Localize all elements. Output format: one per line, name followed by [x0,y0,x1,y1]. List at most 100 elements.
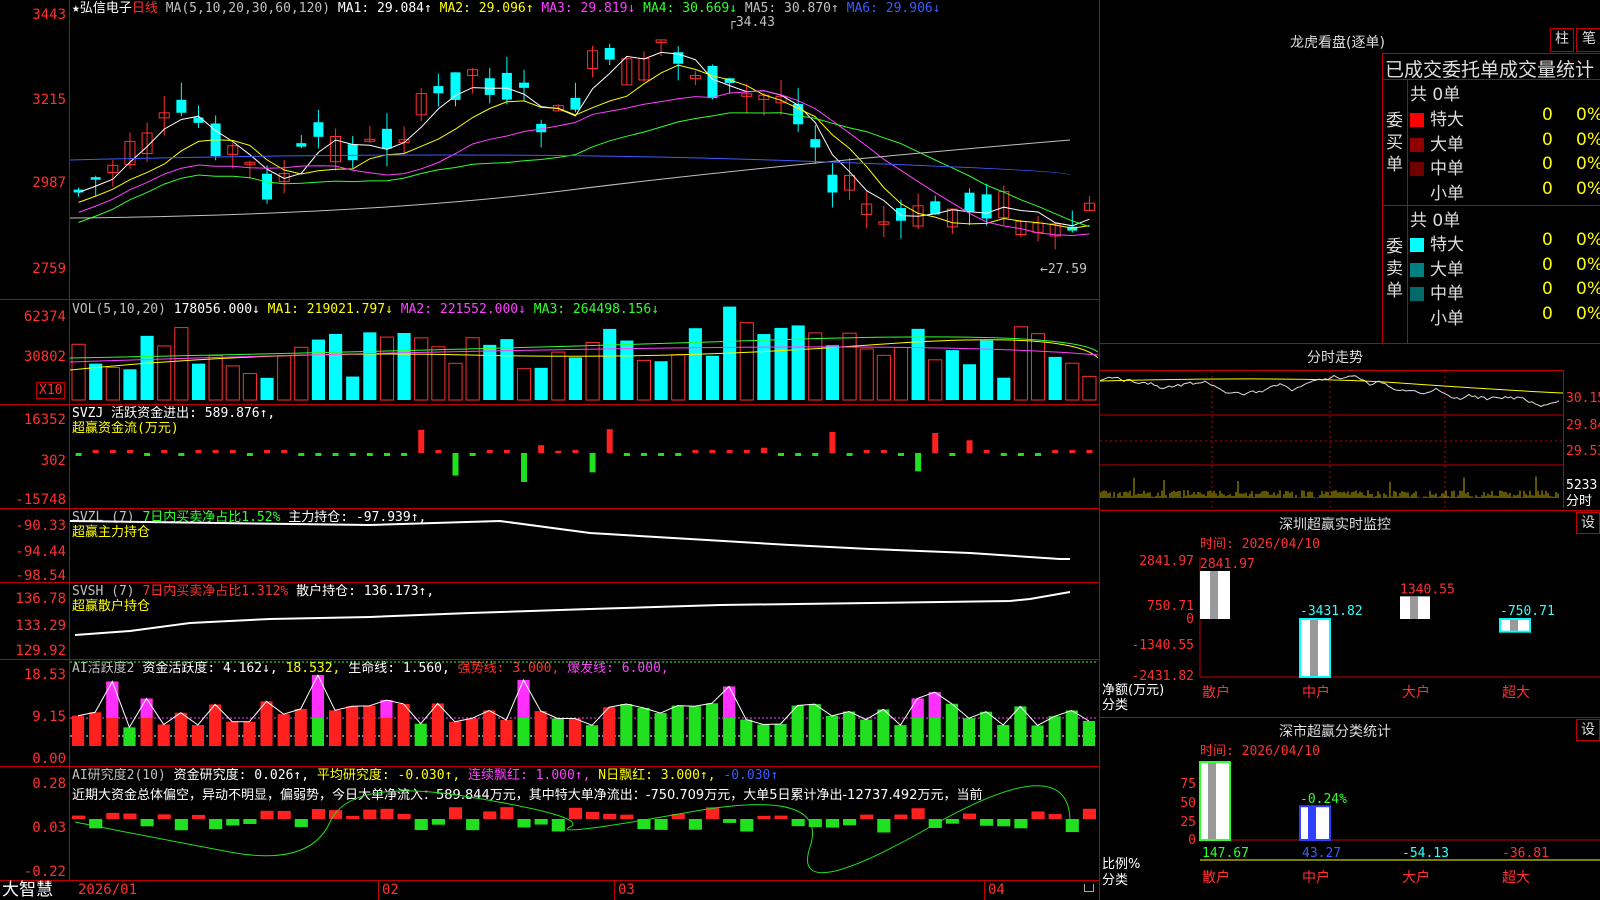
divider [1382,53,1383,343]
axis-tick: -0.22 [23,864,66,880]
flow-bar [109,450,116,453]
x-tick-mark [614,880,615,900]
activity-bar [448,721,462,746]
monitor-chart[interactable]: 2841.97750.710-1340.55-2431.822841.97散户-… [1100,553,1600,715]
order-pct: 0% [1576,129,1600,150]
activity-bar [808,704,821,746]
svsh-chart[interactable] [70,583,1098,659]
research-bar [431,819,445,825]
research-bar [260,810,274,819]
vol-bar [654,361,668,400]
chart-area[interactable]: 3443 3215 2987 2759 ★弘信电子日线 MA(5,10,20,3… [0,0,1100,900]
lock-icon[interactable] [1084,884,1094,892]
flow-bar [572,450,579,453]
research-bar [1082,808,1096,819]
color-swatch [1410,262,1424,277]
axis-tick: 2759 [32,261,66,277]
activity-bar [483,710,496,746]
order-row: 特大 0 0% [1410,105,1600,130]
activity-bar [654,713,667,746]
flow-bar [75,453,82,456]
flow-bar [606,429,613,453]
order-row: 小单 0 0% [1410,304,1600,329]
flow-bar [829,431,836,453]
axis-tick: 2987 [32,175,66,191]
vol-bar [311,339,325,400]
x-tick: 03 [618,882,635,898]
research-bar [311,809,325,819]
divider [1407,79,1408,343]
svzj-chart[interactable] [70,405,1098,508]
vol-bar [414,337,429,401]
research-bar [1031,811,1045,819]
svzj-axis: 16352 302 -15748 [0,405,66,508]
monitor-settings-button[interactable]: 设 [1576,512,1600,534]
category-label: 大户 [1402,684,1430,701]
x-tick-mark [984,880,985,900]
category-settings-button[interactable]: 设 [1576,719,1600,741]
ai1-chart[interactable] [70,660,1098,766]
order-pct: 0% [1576,178,1600,199]
axis-tick: 50 [1180,796,1196,811]
vol-bar [1013,326,1028,401]
panel-divider [0,880,1100,881]
intraday-tick: 30.15 [1566,391,1600,406]
svzl-chart[interactable] [70,509,1098,582]
activity-bar [860,719,873,746]
intraday-tick: 29.53 [1566,444,1600,459]
activity-bar [997,724,1010,746]
category-chart[interactable]: 75 50 25 0 147.67 散户 43.27 中户 -54.13 大户 -36.81 超大 -0… [1100,760,1600,900]
order-count: 0 [1542,254,1553,275]
brand-logo[interactable]: 大智慧 [2,881,53,900]
research-bar [277,810,291,819]
pen-toggle-button[interactable]: 笔 [1576,28,1600,52]
vol-bar [859,348,874,401]
vol-bar [636,359,652,401]
candle-body [313,122,324,137]
research-bar [140,819,154,827]
flow-bar [126,450,133,453]
candle-body [604,47,615,60]
activity-bar [671,705,684,746]
research-bar [191,814,206,819]
research-bar [860,814,874,819]
flow-bar [264,450,271,453]
flow-bar [760,447,767,453]
axis-tick: 16352 [23,412,66,428]
bar-value-label: -36.81 [1502,846,1549,861]
ai2-chart[interactable] [70,767,1098,880]
candle-body [484,78,495,95]
flow-bar [246,453,253,456]
vol-chart[interactable] [70,300,1098,404]
activity-bar [397,703,410,746]
activity-bar [329,710,342,746]
intraday-chart[interactable] [1100,371,1563,508]
divider [1382,53,1600,54]
flow-bar [349,453,356,456]
order-row: 大单 0 0% [1410,129,1600,155]
activity-bar [123,727,136,746]
activity-bar [226,721,239,746]
kline-chart[interactable] [70,0,1098,298]
flow-bar [1052,450,1059,453]
research-bar [620,814,634,819]
candle-body [381,128,392,149]
divider [1563,370,1564,508]
divider [1100,343,1600,344]
activity-bar [277,714,290,746]
category-title: 深市超赢分类统计 [1279,724,1391,740]
activity-bar [637,707,650,746]
candle-body [296,143,307,147]
divider [1100,510,1600,511]
vol-bar [1048,356,1062,400]
axis-tick: 25 [1180,815,1196,830]
order-pct: 0% [1576,254,1600,275]
color-swatch [1410,311,1424,326]
x-tick-mark [378,880,379,900]
flow-bar [846,453,853,456]
bar-toggle-button[interactable]: 柱 [1550,28,1574,52]
order-pct: 0% [1576,105,1600,125]
research-bar [825,819,839,828]
research-bar [980,819,994,826]
monitor-bar-shade [1510,619,1518,632]
